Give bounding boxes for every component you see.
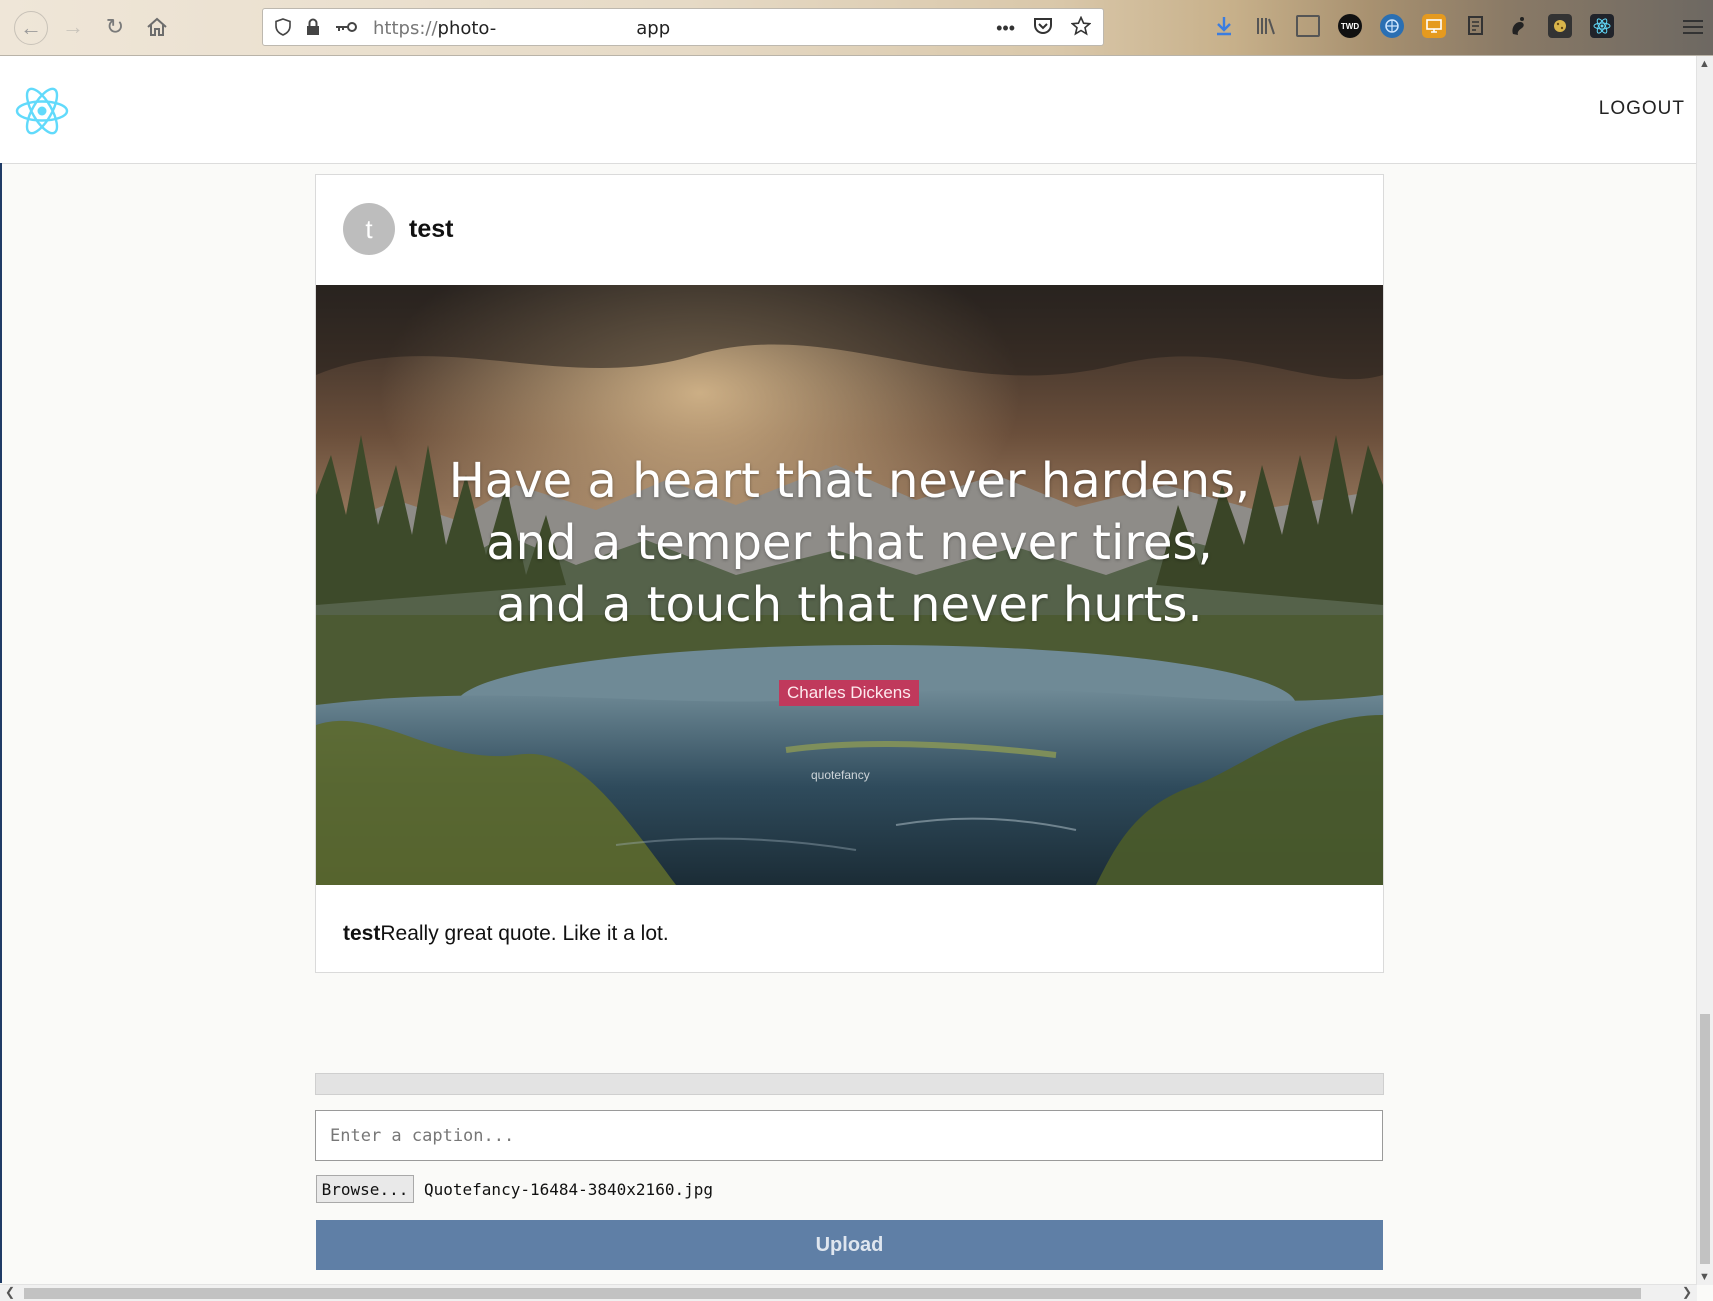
reload-icon[interactable]: ↻ [100, 12, 130, 42]
library-icon[interactable] [1254, 14, 1278, 38]
home-icon[interactable] [142, 12, 172, 42]
notes-extension-icon[interactable] [1464, 14, 1488, 38]
url-suffix: app [636, 18, 671, 39]
caption-text: Really great quote. Like it a lot. [380, 922, 669, 945]
react-devtools-icon[interactable] [1590, 14, 1614, 38]
globe-extension-icon[interactable] [1380, 14, 1404, 38]
post-header: t test [316, 175, 1383, 286]
caption-username: test [343, 922, 381, 945]
back-arrow-icon[interactable]: ← [14, 11, 48, 45]
post-caption: testReally great quote. Like it a lot. [343, 922, 669, 946]
file-picker: Browse... Quotefancy-16484-3840x2160.jpg [316, 1175, 713, 1203]
quote-line-2: and a temper that never tires, [486, 515, 1213, 571]
image-watermark: quotefancy [811, 768, 870, 782]
browse-button[interactable]: Browse... [316, 1175, 414, 1203]
horizontal-scrollbar[interactable]: ❮ ❯ [0, 1284, 1697, 1301]
quote-line-1: Have a heart that never hardens, [448, 453, 1251, 509]
horizontal-scroll-thumb[interactable] [24, 1288, 1641, 1299]
lock-icon[interactable] [303, 17, 323, 37]
pocket-icon[interactable] [1033, 17, 1053, 40]
quote-author-tag: Charles Dickens [779, 680, 919, 706]
window-edge [0, 163, 2, 1283]
post-card: t test Have a heart that never hardens, … [315, 174, 1384, 973]
cookie-extension-icon[interactable] [1548, 14, 1572, 38]
scroll-right-arrow-icon[interactable]: ❯ [1682, 1285, 1692, 1299]
shield-icon[interactable] [273, 17, 293, 37]
sidebar-icon[interactable] [1296, 15, 1320, 37]
caption-input[interactable] [315, 1110, 1383, 1161]
address-bar[interactable]: https://photo-app ••• [262, 8, 1104, 46]
scroll-up-arrow-icon[interactable]: ▲ [1699, 58, 1710, 70]
forward-arrow-icon[interactable]: → [58, 12, 88, 42]
vertical-scrollbar[interactable]: ▲ ▼ [1696, 56, 1713, 1285]
download-icon[interactable] [1212, 14, 1236, 38]
gnome-extension-icon[interactable] [1506, 14, 1530, 38]
bookmark-star-icon[interactable] [1070, 15, 1092, 41]
url-host: photo- [437, 18, 497, 39]
twd-extension-icon[interactable]: TWD [1338, 14, 1362, 38]
url-redacted [496, 18, 637, 40]
vertical-scroll-thumb[interactable] [1700, 1014, 1710, 1264]
post-image: Have a heart that never hardens, and a t… [316, 285, 1383, 885]
app-header: LOGOUT [0, 56, 1697, 164]
scroll-down-arrow-icon[interactable]: ▼ [1699, 1271, 1710, 1283]
key-icon[interactable] [333, 17, 359, 37]
upload-button[interactable]: Upload [316, 1220, 1383, 1270]
menu-icon[interactable] [1683, 16, 1703, 38]
screen-extension-icon[interactable] [1422, 14, 1446, 38]
url-scheme: https:// [373, 18, 438, 39]
toolbar-extensions: TWD [1212, 14, 1614, 38]
react-logo-icon[interactable] [14, 86, 70, 136]
upload-progress-bar [315, 1073, 1384, 1095]
logout-button[interactable]: LOGOUT [1599, 98, 1685, 120]
post-username: test [409, 215, 454, 243]
scroll-left-arrow-icon[interactable]: ❮ [5, 1285, 15, 1299]
page-actions-icon[interactable]: ••• [996, 18, 1015, 39]
avatar: t [343, 203, 395, 255]
browser-toolbar: ← → ↻ https://photo-app ••• TWD [0, 0, 1713, 56]
url-text[interactable]: https://photo-app [373, 18, 670, 40]
selected-file-name: Quotefancy-16484-3840x2160.jpg [424, 1179, 713, 1199]
quote-line-3: and a touch that never hurts. [496, 577, 1203, 633]
